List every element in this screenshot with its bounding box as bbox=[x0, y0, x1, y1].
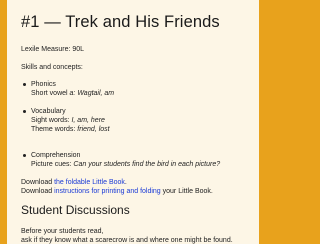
skill-name: Phonics bbox=[31, 81, 56, 88]
skills-list: Phonics Short vowel a: Wagtail, am Vocab… bbox=[21, 80, 259, 169]
skill-detail: Sight words: I, am, here bbox=[31, 117, 105, 124]
skill-item-vocabulary: Vocabulary Sight words: I, am, here Them… bbox=[21, 107, 259, 134]
printing-instructions-link[interactable]: instructions for printing and folding bbox=[54, 188, 161, 195]
skill-item-phonics: Phonics Short vowel a: Wagtail, am bbox=[21, 80, 259, 98]
skills-heading: Skills and concepts: bbox=[21, 64, 83, 71]
page-title: #1 — Trek and His Friends bbox=[21, 13, 220, 31]
lexile-measure: Lexile Measure: 90L bbox=[21, 46, 85, 53]
skill-detail: Picture cues: Can your students find the… bbox=[31, 161, 221, 168]
discussion-text: Before your students read, bbox=[21, 228, 104, 235]
skill-detail: Theme words: friend, lost bbox=[31, 126, 110, 133]
section-title: Student Discussions bbox=[21, 203, 130, 217]
download-line: Download instructions for printing and f… bbox=[21, 188, 213, 195]
foldable-book-link[interactable]: the foldable Little Book bbox=[54, 179, 125, 186]
skill-name: Comprehension bbox=[31, 152, 81, 159]
skill-detail: Short vowel a: Wagtail, am bbox=[31, 90, 115, 97]
skill-item-comprehension: Comprehension Picture cues: Can your stu… bbox=[21, 151, 259, 169]
skill-name: Vocabulary bbox=[31, 108, 66, 115]
content-card: #1 — Trek and His Friends Lexile Measure… bbox=[7, 0, 259, 244]
discussion-text: ask if they know what a scarecrow is and… bbox=[21, 237, 233, 244]
download-line: Download the foldable Little Book. bbox=[21, 179, 127, 186]
